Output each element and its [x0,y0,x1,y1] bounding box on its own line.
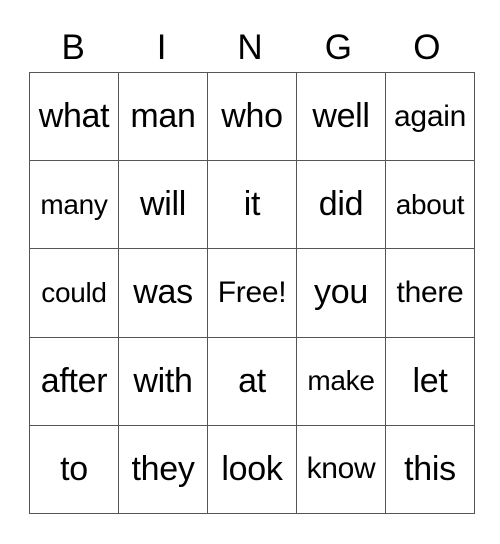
bingo-cell[interactable]: you [296,248,386,338]
bingo-cell[interactable]: many [29,160,119,250]
bingo-cell[interactable]: this [385,424,475,515]
bingo-cell[interactable]: was [118,248,208,338]
bingo-cell[interactable]: at [207,336,297,426]
bingo-row: many will it did about [29,160,475,250]
bingo-cell[interactable]: did [296,160,386,250]
bingo-cell[interactable]: they [118,424,208,515]
bingo-cell[interactable]: about [385,160,475,250]
free-space-cell[interactable]: Free! [207,248,297,338]
bingo-cell[interactable]: will [118,160,208,250]
bingo-cell[interactable]: know [296,424,386,515]
bingo-row: to they look know this [29,424,475,515]
header-letter-g: G [324,28,353,67]
bingo-cell[interactable]: there [385,248,475,338]
header-letter-o: O [413,28,441,67]
bingo-card: what man who well again many will it did… [29,71,475,515]
bingo-cell[interactable]: it [207,160,297,250]
bingo-cell[interactable]: after [29,336,119,426]
header-letter-b: B [61,28,85,67]
bingo-row: could was Free! you there [29,248,475,338]
bingo-cell[interactable]: could [29,248,119,338]
bingo-cell[interactable]: man [118,71,208,162]
bingo-row: after with at make let [29,336,475,426]
bingo-cell[interactable]: with [118,336,208,426]
bingo-cell[interactable]: let [385,336,475,426]
bingo-cell[interactable]: to [29,424,119,515]
bingo-cell[interactable]: make [296,336,386,426]
header-letter-i: I [156,28,167,67]
header-letter-n: N [237,28,263,67]
bingo-cell[interactable]: look [207,424,297,515]
bingo-header: B I N G O [29,26,471,70]
bingo-row: what man who well again [29,71,475,162]
bingo-cell[interactable]: well [296,71,386,162]
bingo-cell[interactable]: what [29,71,119,162]
bingo-cell[interactable]: again [385,71,475,162]
bingo-cell[interactable]: who [207,71,297,162]
